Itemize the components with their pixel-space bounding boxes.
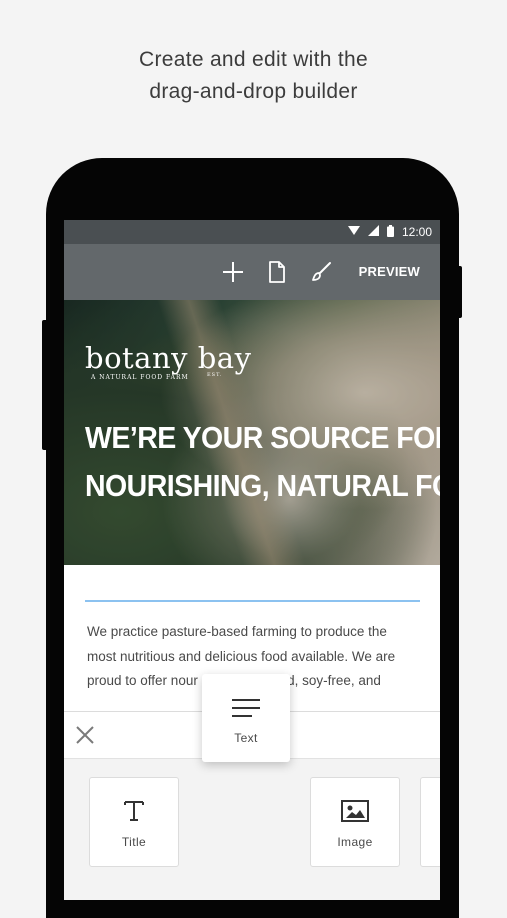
title-element-tile[interactable]: Title [89, 777, 179, 867]
headline-line-2: drag-and-drop builder [149, 80, 358, 103]
text-tile-label: Text [234, 731, 258, 745]
hero-banner[interactable]: botany bay A NATURAL FOOD FARM EST. WE’R… [64, 300, 440, 565]
headline: Create and edit with the drag-and-drop b… [0, 44, 507, 108]
wifi-icon [347, 225, 360, 239]
hero-title-line-1: WE’RE YOUR SOURCE FOR [85, 420, 440, 455]
image-icon [311, 800, 399, 824]
body-line-3-start: proud to offer nour [87, 673, 198, 688]
phone-screen: 12:00 PREVIEW botany bay A NATURAL FOOD … [64, 220, 440, 900]
preview-button[interactable]: PREVIEW [359, 264, 420, 279]
status-time: 12:00 [401, 225, 432, 239]
status-bar: 12:00 [64, 220, 440, 244]
logo-est: EST. [207, 372, 223, 378]
body-line-1: We practice pasture-based farming to pro… [87, 624, 387, 639]
text-t-icon [90, 800, 178, 824]
logo-text: botany bay [85, 341, 252, 375]
logo-tagline: A NATURAL FOOD FARM [91, 374, 189, 381]
battery-icon [386, 224, 394, 240]
dragging-text-tile[interactable]: Text [202, 674, 290, 762]
headline-line-1: Create and edit with the [138, 48, 368, 71]
close-icon[interactable] [74, 724, 96, 746]
body-line-3-end: fed, soy-free, and [275, 673, 381, 688]
next-element-tile[interactable] [420, 777, 440, 867]
title-tile-label: Title [121, 835, 147, 849]
plus-icon[interactable] [219, 258, 247, 286]
body-line-2: most nutritious and delicious food avail… [87, 648, 396, 664]
site-logo: botany bay A NATURAL FOOD FARM EST. [85, 342, 251, 382]
text-lines-icon [202, 698, 290, 722]
image-element-tile[interactable]: Image [310, 777, 400, 867]
hero-title[interactable]: WE’RE YOUR SOURCE FOR NOURISHING, NATURA… [85, 414, 440, 510]
brush-icon[interactable] [307, 258, 335, 286]
section-divider [85, 600, 420, 602]
page-icon[interactable] [263, 258, 291, 286]
hero-title-line-2: NOURISHING, NATURAL FOOD [85, 468, 440, 503]
signal-icon [367, 225, 379, 239]
image-tile-label: Image [337, 835, 373, 849]
editor-toolbar: PREVIEW [64, 244, 440, 300]
